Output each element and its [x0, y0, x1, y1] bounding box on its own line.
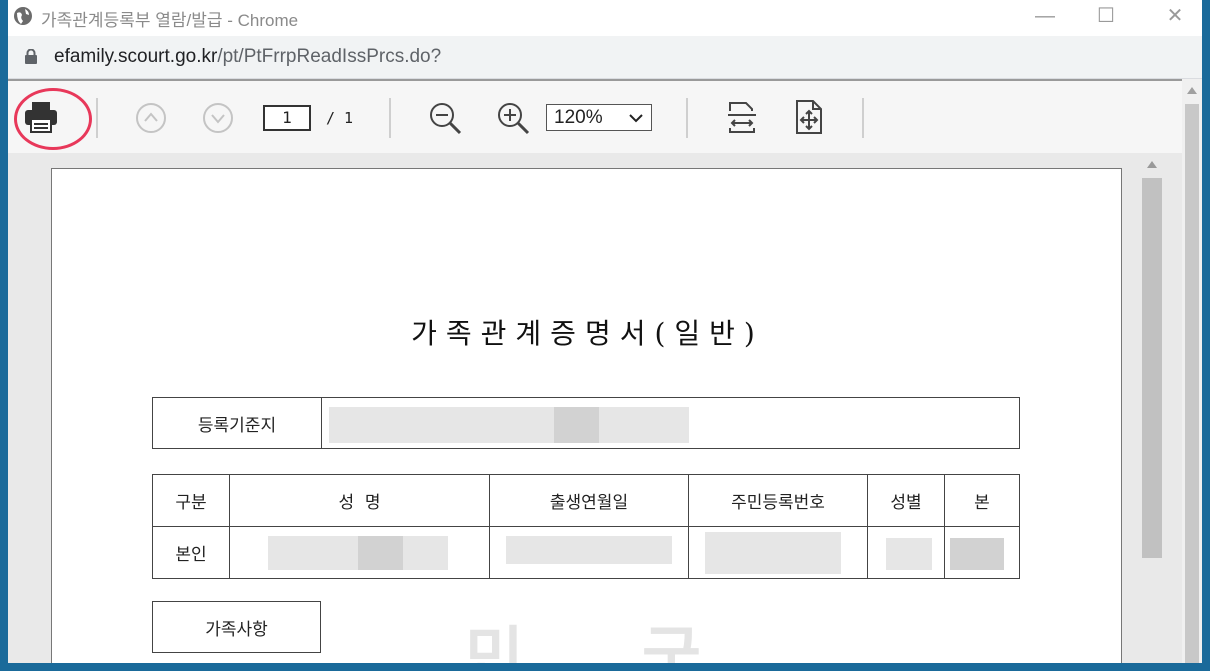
toolbar-separator [96, 98, 98, 138]
redacted-gender [886, 538, 932, 570]
header-birthdate: 출생연월일 [489, 474, 689, 527]
page-canvas[interactable]: 가족관계증명서(일반) 등록기준지 구분 성 명 출생연월일 주민등록번호 성별… [8, 153, 1182, 663]
scroll-thumb[interactable] [1142, 178, 1162, 558]
header-division: 구분 [152, 474, 230, 527]
url-path: /pt/PtFrrpReadIssPrcs.do? [217, 46, 442, 67]
scroll-up-icon[interactable] [1187, 87, 1197, 94]
page-scrollbar[interactable] [1142, 153, 1162, 663]
redacted-birthdate [506, 536, 672, 564]
print-icon[interactable] [24, 101, 58, 133]
toolbar-separator [862, 98, 864, 138]
fit-width-icon[interactable] [726, 99, 758, 135]
zoom-select[interactable]: 120% [546, 104, 652, 131]
redacted-registry-address [329, 407, 689, 443]
lock-icon [25, 49, 37, 64]
redacted-resident-number [705, 532, 841, 574]
toolbar-separator [389, 98, 391, 138]
registry-label: 등록기준지 [152, 397, 322, 449]
header-name: 성 명 [229, 474, 490, 527]
url-text[interactable]: efamily.scourt.go.kr/pt/PtFrrpReadIssPrc… [54, 46, 441, 68]
redacted-block [554, 407, 599, 443]
redacted-block [358, 536, 403, 570]
maximize-button[interactable]: ☐ [1091, 2, 1121, 32]
next-page-icon[interactable] [202, 102, 234, 134]
header-row: 구분 성 명 출생연월일 주민등록번호 성별 본 [152, 474, 1020, 527]
document-page: 가족관계증명서(일반) 등록기준지 구분 성 명 출생연월일 주민등록번호 성별… [51, 168, 1122, 663]
window-title: 가족관계등록부 열람/발급 - Chrome [41, 11, 299, 30]
globe-icon [14, 7, 32, 25]
previous-page-icon[interactable] [135, 102, 167, 134]
close-button[interactable]: ✕ [1160, 2, 1190, 32]
redacted-origin [950, 538, 1004, 570]
header-origin: 본 [944, 474, 1020, 527]
watermark-char: 국 [642, 620, 701, 663]
scroll-thumb[interactable] [1185, 104, 1199, 663]
fit-page-icon[interactable] [794, 99, 824, 135]
chevron-down-icon [629, 114, 643, 123]
page-total: / 1 [326, 109, 354, 127]
family-section-label: 가족사항 [152, 601, 321, 653]
viewer-toolbar: 1 / 1 120% [8, 81, 1182, 153]
address-bar[interactable]: efamily.scourt.go.kr/pt/PtFrrpReadIssPrc… [8, 36, 1202, 79]
url-domain: efamily.scourt.go.kr [54, 46, 218, 67]
row-label-self: 본인 [152, 526, 230, 579]
scroll-up-icon[interactable] [1147, 161, 1157, 168]
page-number-input[interactable]: 1 [263, 105, 311, 131]
header-gender: 성별 [867, 474, 945, 527]
window-scrollbar[interactable] [1182, 79, 1202, 663]
zoom-value: 120% [554, 107, 603, 128]
family-section-table: 가족사항 [152, 601, 321, 653]
header-resident-number: 주민등록번호 [688, 474, 868, 527]
document-viewer: 1 / 1 120% 가족관계증명서(일반) 등록기준지 구분 성 명 출생연월… [8, 79, 1182, 663]
zoom-in-icon[interactable] [496, 101, 530, 135]
document-title: 가족관계증명서(일반) [411, 317, 764, 350]
watermark-char: 민 [465, 620, 524, 663]
zoom-out-icon[interactable] [428, 101, 462, 135]
minimize-button[interactable]: — [1030, 2, 1060, 32]
toolbar-separator [686, 98, 688, 138]
title-bar: 가족관계등록부 열람/발급 - Chrome — ☐ ✕ [8, 0, 1202, 36]
browser-window: 가족관계등록부 열람/발급 - Chrome — ☐ ✕ efamily.sco… [8, 0, 1202, 663]
